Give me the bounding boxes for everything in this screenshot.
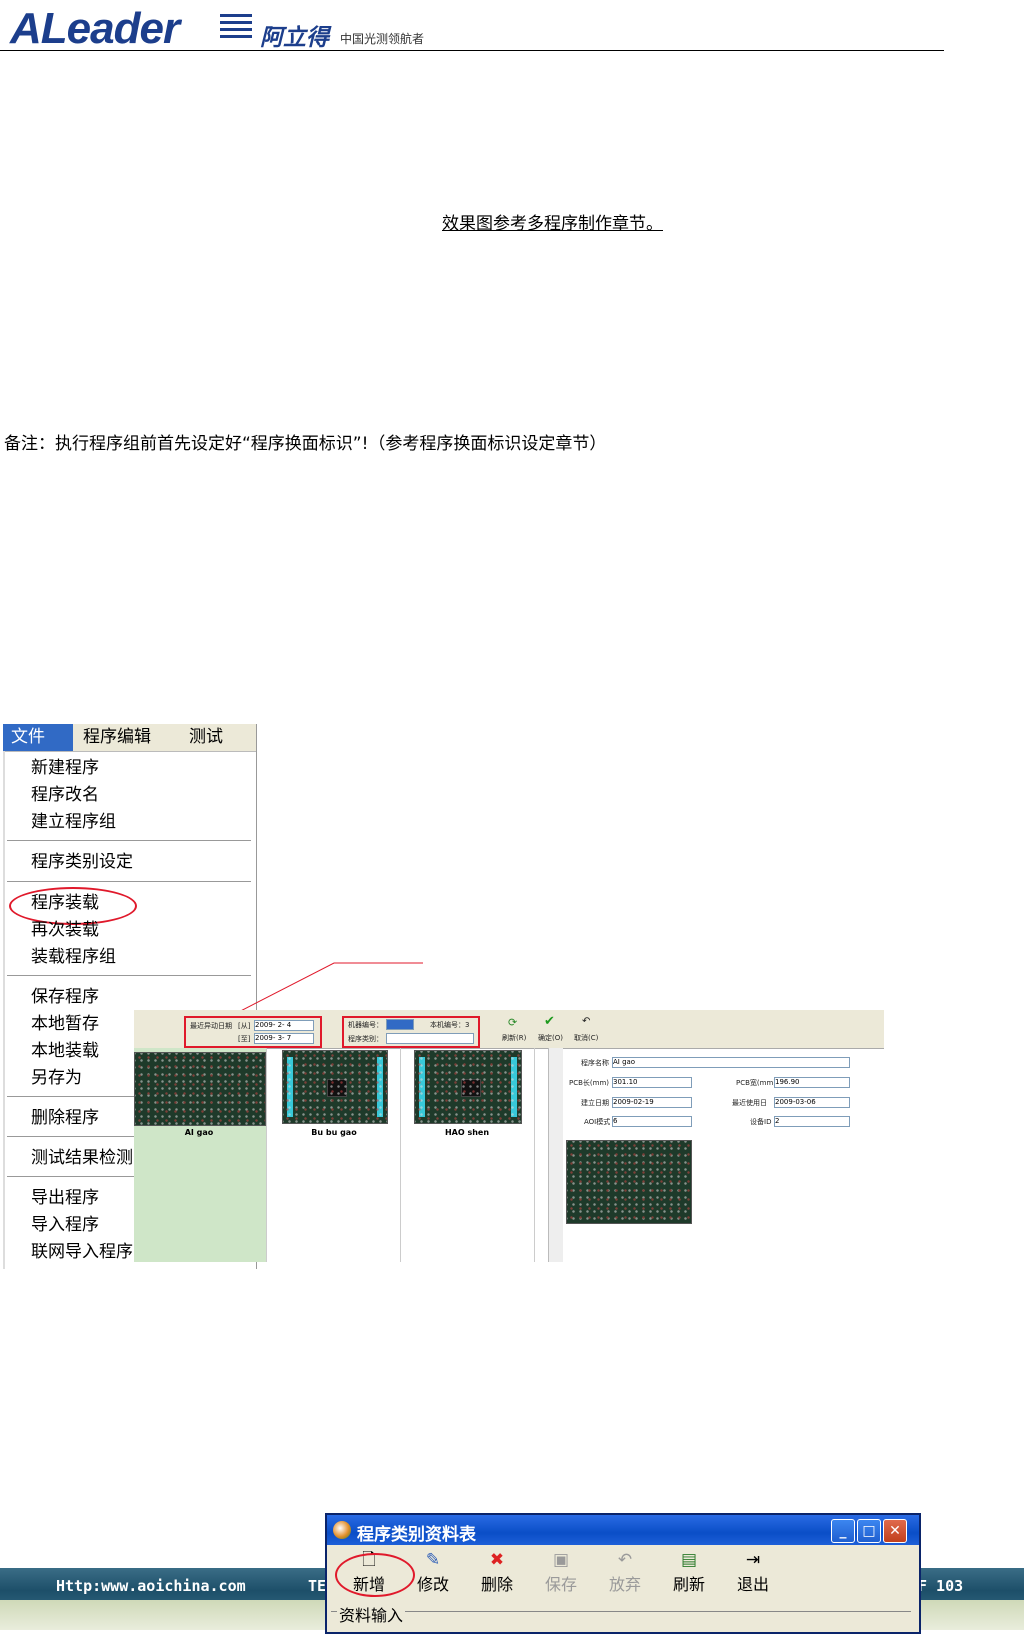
program-caption: AI gao	[184, 1128, 214, 1137]
app-icon	[333, 1521, 351, 1539]
discard-button[interactable]: ↶ 放弃	[597, 1549, 653, 1597]
edit-icon: ✎	[425, 1550, 441, 1570]
note-text: 备注：执行程序组前首先设定好“程序换面标识”!（参考程序换面标识设定章节）	[4, 434, 607, 454]
menu-separator	[7, 840, 251, 844]
dialog-title-bar: 程序类别资料表 _ □ ✕	[327, 1515, 919, 1545]
edit-button-label: 修改	[416, 1575, 449, 1594]
undo-icon: ↶	[617, 1550, 633, 1570]
menu-item-delete-program[interactable]: 删除程序	[31, 1107, 99, 1129]
device-id-field[interactable]: 2	[774, 1116, 850, 1127]
thumbnail-scrollbar[interactable]	[548, 1048, 563, 1262]
refresh-icon: ⟳	[508, 1016, 518, 1029]
created-field[interactable]: 2009-02-19	[612, 1097, 692, 1108]
menu-separator	[7, 881, 251, 885]
menu-tab-file[interactable]: 文件	[3, 724, 73, 751]
reference-text: 效果图参考多程序制作章节。	[442, 214, 663, 234]
data-input-label: 资料输入	[337, 1602, 406, 1626]
name-label: 程序名称	[581, 1059, 609, 1067]
program-thumbnail[interactable]	[414, 1050, 522, 1124]
refresh-button-label: 刷新	[672, 1575, 705, 1594]
menu-item-create-group[interactable]: 建立程序组	[31, 811, 116, 833]
program-thumbnail[interactable]	[134, 1052, 266, 1126]
exit-button-label: 退出	[736, 1575, 769, 1594]
menu-tab-test[interactable]: 测试	[189, 724, 223, 751]
pcb-length-label: PCB长(mm)	[569, 1079, 610, 1087]
maximize-icon[interactable]: □	[857, 1519, 881, 1543]
delete-button-label: 删除	[480, 1575, 513, 1594]
save-icon: ▣	[552, 1550, 570, 1570]
menu-item-category-setting[interactable]: 程序类别设定	[31, 851, 133, 873]
logo-slogan: 中国光测领航者	[340, 32, 425, 46]
device-id-label: 设备ID	[750, 1118, 772, 1126]
save-button[interactable]: ▣ 保存	[533, 1549, 589, 1597]
menu-item-load-group[interactable]: 装载程序组	[31, 946, 116, 968]
date-highlight-box	[184, 1016, 322, 1048]
save-button-label: 保存	[544, 1575, 577, 1594]
pcb-width-label: PCB宽(mm)	[736, 1079, 777, 1087]
header-divider	[0, 50, 944, 51]
pcb-width-field[interactable]: 196.90	[774, 1077, 850, 1088]
program-thumbnail[interactable]	[282, 1050, 388, 1124]
highlight-ellipse	[335, 1553, 415, 1597]
logo-speed-lines	[220, 14, 252, 44]
menu-item-reload[interactable]: 再次装载	[31, 919, 99, 941]
aoi-mode-field[interactable]: 6	[612, 1116, 692, 1127]
dialog-title: 程序类别资料表	[357, 1525, 476, 1545]
menu-item-save-program[interactable]: 保存程序	[31, 986, 99, 1008]
aoi-mode-label: AOI模式	[584, 1118, 611, 1126]
delete-icon: ✖	[489, 1550, 505, 1570]
logo-chinese: 阿立得	[260, 25, 329, 51]
exit-button[interactable]: ⇥ 退出	[725, 1549, 781, 1597]
refresh-button[interactable]: ▤ 刷新	[661, 1549, 717, 1597]
menu-item-local-temp-save[interactable]: 本地暂存	[31, 1013, 99, 1035]
close-icon[interactable]: ✕	[883, 1519, 907, 1543]
name-field[interactable]: AI gao	[612, 1057, 850, 1068]
menu-item-import-program[interactable]: 导入程序	[31, 1214, 99, 1236]
created-label: 建立日期	[581, 1099, 609, 1107]
menu-item-export-program[interactable]: 导出程序	[31, 1187, 99, 1209]
menu-left-edge	[3, 751, 5, 1269]
menu-item-network-import[interactable]: 联网导入程序	[31, 1241, 133, 1263]
discard-button-label: 放弃	[608, 1575, 641, 1594]
last-used-field[interactable]: 2009-03-06	[774, 1097, 850, 1108]
menu-item-local-load[interactable]: 本地装载	[31, 1040, 99, 1062]
menu-bar: 文件 程序编辑 测试	[3, 724, 256, 752]
pcb-length-field[interactable]: 301.10	[612, 1077, 692, 1088]
menu-tab-program-edit[interactable]: 程序编辑	[83, 724, 151, 751]
category-highlight-box	[342, 1016, 480, 1048]
refresh-button[interactable]: 刷新(R)	[502, 1033, 526, 1043]
footer-page-number: F 103	[918, 1577, 964, 1595]
data-input-groupbox	[331, 1611, 911, 1634]
delete-button[interactable]: ✖ 删除	[469, 1549, 525, 1597]
footer-text-fragment: TE	[308, 1577, 327, 1595]
menu-item-rename-program[interactable]: 程序改名	[31, 784, 99, 806]
menu-item-new-program[interactable]: 新建程序	[31, 757, 99, 779]
edit-button[interactable]: ✎ 修改	[405, 1549, 461, 1597]
check-icon: ✔	[544, 1014, 555, 1029]
ok-button[interactable]: 确定(O)	[538, 1033, 563, 1043]
program-category-dialog: 程序类别资料表 _ □ ✕ 🗋 新增 ✎ 修改 ✖ 删除 ▣ 保存 ↶ 放弃 ▤…	[325, 1513, 921, 1634]
exit-door-icon: ⇥	[745, 1550, 761, 1570]
logo-wordmark: ALeader	[10, 4, 180, 53]
last-used-label: 最近使用日	[732, 1099, 767, 1107]
program-preview-image	[566, 1140, 692, 1224]
program-caption: Bu bu gao	[311, 1128, 357, 1137]
refresh-icon: ▤	[680, 1550, 698, 1570]
menu-item-save-as[interactable]: 另存为	[31, 1067, 82, 1089]
undo-icon: ↶	[582, 1016, 591, 1027]
load-toolbar: 最近异动日期 [从] 2009- 2- 4 [至] 2009- 3- 7 机器编…	[134, 1010, 884, 1049]
cancel-button[interactable]: 取消(C)	[574, 1033, 598, 1043]
minimize-icon[interactable]: _	[831, 1519, 855, 1543]
program-load-window-screenshot: 最近异动日期 [从] 2009- 2- 4 [至] 2009- 3- 7 机器编…	[134, 1010, 884, 1262]
menu-item-test-result[interactable]: 测试结果检测	[31, 1147, 133, 1169]
program-caption: HAO shen	[444, 1128, 490, 1137]
footer-url: Http:www.aoichina.com	[56, 1577, 246, 1595]
